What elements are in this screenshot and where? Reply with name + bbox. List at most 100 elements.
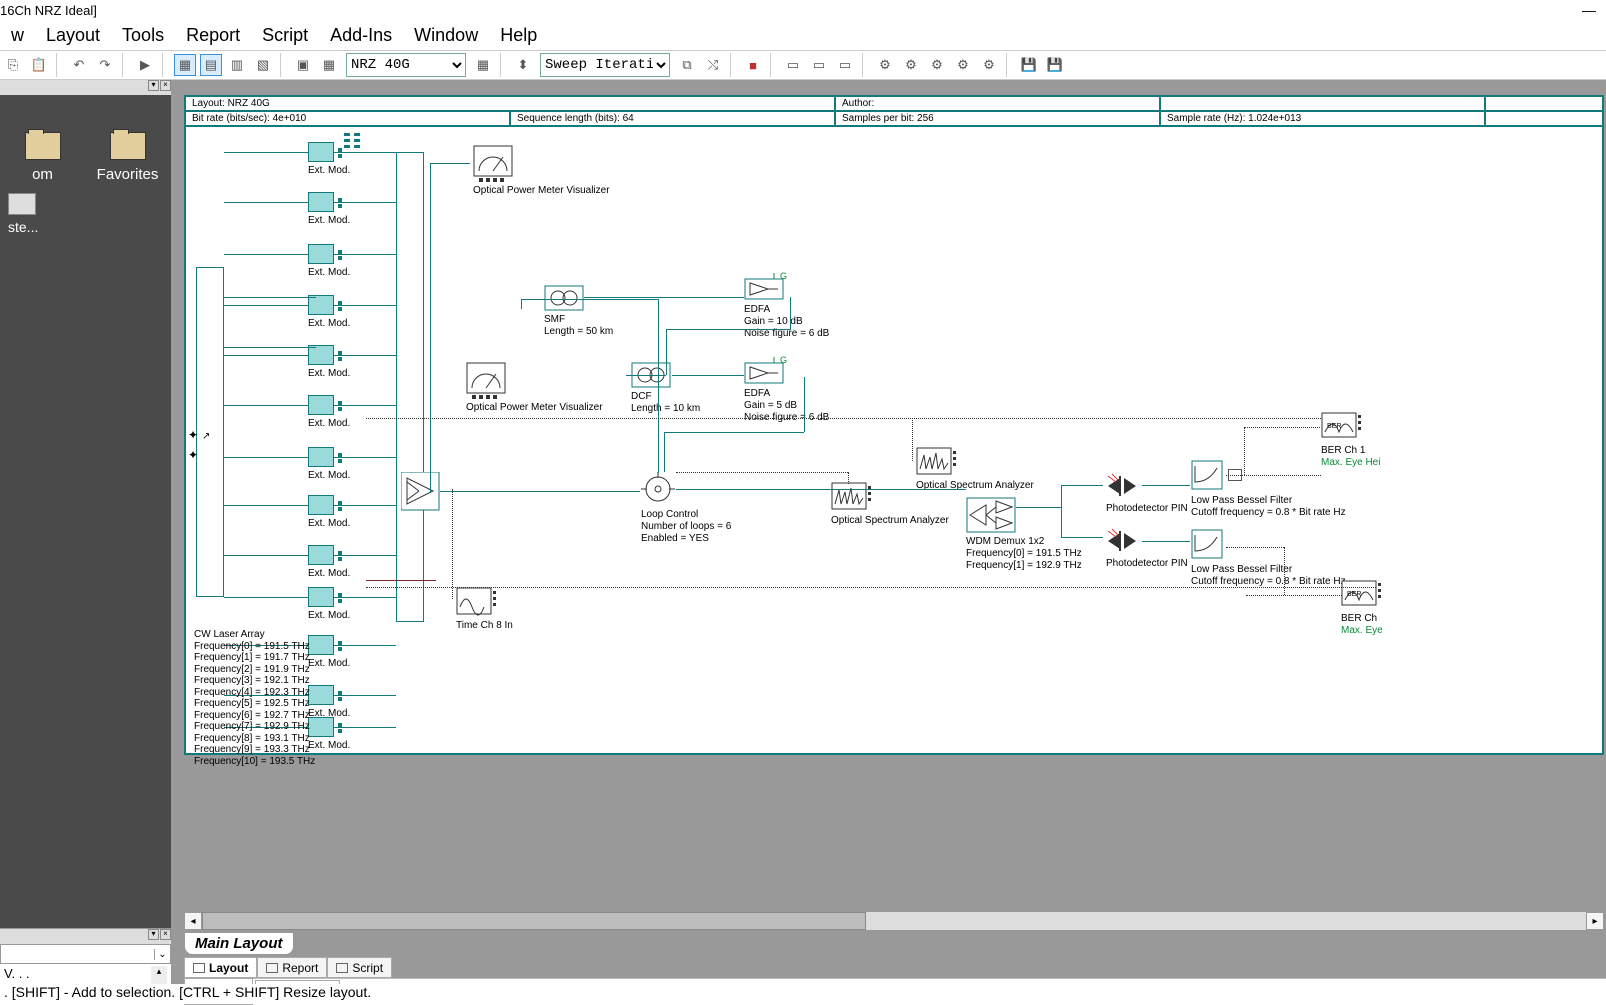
loop-control[interactable]: Loop ControlNumber of loops = 6Enabled =… bbox=[641, 472, 731, 545]
wire bbox=[334, 355, 396, 356]
scroll-right-icon[interactable]: ▸ bbox=[1586, 912, 1604, 930]
toolbar-redo-icon[interactable]: ↷ bbox=[94, 54, 116, 76]
wire bbox=[224, 254, 308, 255]
ext-mod-7[interactable]: Ext. Mod. bbox=[308, 447, 350, 481]
menu-report[interactable]: Report bbox=[175, 22, 251, 49]
ext-mod-6[interactable]: Ext. Mod. bbox=[308, 395, 350, 429]
toolbar-tool3-icon[interactable]: ⚙ bbox=[926, 54, 948, 76]
sidebar-close-icon[interactable]: × bbox=[160, 80, 171, 91]
toolbar-copy-icon[interactable]: ⎘ bbox=[2, 54, 24, 76]
loop-loops: Number of loops = 6 bbox=[641, 521, 731, 532]
menu-addins[interactable]: Add-Ins bbox=[319, 22, 403, 49]
layout-canvas[interactable]: Layout: NRZ 40G Author: Bit rate (bits/s… bbox=[184, 95, 1604, 755]
minimize-icon[interactable]: — bbox=[1582, 2, 1596, 18]
drive-label: ste... bbox=[8, 219, 163, 235]
mode-tab-layout[interactable]: Layout bbox=[184, 957, 257, 978]
edfa1-gain: Gain = 10 dB bbox=[744, 316, 803, 327]
menu-script[interactable]: Script bbox=[251, 22, 319, 49]
canvas-scroll[interactable]: Layout: NRZ 40G Author: Bit rate (bits/s… bbox=[184, 95, 1604, 912]
toolbar-tool5-icon[interactable]: ⚙ bbox=[978, 54, 1000, 76]
toolbar-screen1-icon[interactable]: ▭ bbox=[782, 54, 804, 76]
smf-block[interactable]: SMFLength = 50 km bbox=[544, 285, 613, 338]
svg-text:BER: BER bbox=[1327, 423, 1341, 430]
menu-view[interactable]: w bbox=[0, 22, 35, 49]
toolbar-screen2-icon[interactable]: ▭ bbox=[808, 54, 830, 76]
photodetector-1[interactable]: Photodetector PIN bbox=[1106, 472, 1188, 515]
cw-freq-line: Frequency[5] = 192.5 THz bbox=[194, 698, 315, 710]
port-icon bbox=[338, 351, 342, 361]
toolbar-sweep-icon[interactable]: ⬍ bbox=[512, 54, 534, 76]
mode-tab-script[interactable]: Script bbox=[327, 957, 392, 978]
toolbar-table-icon[interactable]: ▦ bbox=[318, 54, 340, 76]
toolbar-tool2-icon[interactable]: ⚙ bbox=[900, 54, 922, 76]
scroll-left-icon[interactable]: ◂ bbox=[184, 912, 202, 930]
mux-block[interactable] bbox=[396, 152, 424, 622]
toolbar-save2-icon[interactable]: 💾 bbox=[1044, 54, 1066, 76]
power-meter-1[interactable]: Optical Power Meter Visualizer bbox=[473, 145, 610, 197]
toolbar-props-icon[interactable]: ▦ bbox=[472, 54, 494, 76]
ext-mod-4[interactable]: Ext. Mod. bbox=[308, 295, 350, 329]
ext-mod-2[interactable]: Ext. Mod. bbox=[308, 192, 350, 226]
menu-window[interactable]: Window bbox=[403, 22, 489, 49]
wdm-demux[interactable]: WDM Demux 1x2Frequency[0] = 191.5 THzFre… bbox=[966, 497, 1082, 572]
toolbar-run-icon[interactable]: ▶ bbox=[134, 54, 156, 76]
drive-icon[interactable] bbox=[8, 193, 36, 215]
schematic[interactable]: ✦↗✦ Ext. Mod.Ext. Mod.Ext. Mod.Ext. Mod.… bbox=[186, 127, 1602, 753]
layout-icon bbox=[193, 963, 205, 973]
wire bbox=[1061, 537, 1103, 538]
main-layout-tab[interactable]: Main Layout bbox=[184, 932, 294, 954]
combiner-block[interactable] bbox=[401, 472, 441, 515]
toolbar-unlink-icon[interactable]: ⤭ bbox=[702, 54, 724, 76]
wire bbox=[664, 432, 665, 472]
sidebar: ▾ × om Favorites ste... ▾ × ⌄ bbox=[0, 80, 172, 1004]
toolbar-tool4-icon[interactable]: ⚙ bbox=[952, 54, 974, 76]
ext-mod-10[interactable]: Ext. Mod. bbox=[308, 587, 350, 621]
horizontal-scrollbar[interactable]: ◂ ▸ bbox=[184, 912, 1604, 930]
wire bbox=[334, 727, 396, 728]
ext-mod-5[interactable]: Ext. Mod. bbox=[308, 345, 350, 379]
sidebar-footer-close-icon[interactable]: × bbox=[160, 929, 171, 940]
sidebar-footer-pin-icon[interactable]: ▾ bbox=[148, 929, 159, 940]
toolbar-undo-icon[interactable]: ↶ bbox=[68, 54, 90, 76]
sidebar-tab-custom[interactable]: om bbox=[0, 132, 85, 185]
toolbar-grid2-icon[interactable]: ▤ bbox=[200, 54, 222, 76]
edfa-2[interactable]: G EDFAGain = 5 dBNoise figure = 6 dB bbox=[744, 355, 829, 424]
ber2-label: BER Ch bbox=[1341, 613, 1377, 624]
wire bbox=[804, 377, 805, 432]
ext-mod-9[interactable]: Ext. Mod. bbox=[308, 545, 350, 579]
time-ch-in[interactable]: Time Ch 8 In bbox=[456, 587, 513, 632]
ext-mod-3[interactable]: Ext. Mod. bbox=[308, 244, 350, 278]
ber-analyzer-1[interactable]: BER BER Ch 1Max. Eye Hei bbox=[1321, 412, 1380, 469]
toolbar-grid1-icon[interactable]: ▦ bbox=[174, 54, 196, 76]
toolbar-tool1-icon[interactable]: ⚙ bbox=[874, 54, 896, 76]
menu-help[interactable]: Help bbox=[489, 22, 548, 49]
wire bbox=[224, 202, 308, 203]
sidebar-pin-icon[interactable]: ▾ bbox=[148, 80, 159, 91]
ext-mod-label: Ext. Mod. bbox=[308, 368, 350, 379]
layout-select[interactable]: NRZ 40G bbox=[346, 53, 466, 77]
ext-mod-label: Ext. Mod. bbox=[308, 518, 350, 529]
toolbar-screen3-icon[interactable]: ▭ bbox=[834, 54, 856, 76]
ext-mod-8[interactable]: Ext. Mod. bbox=[308, 495, 350, 529]
ber-analyzer-2[interactable]: BER BER ChMax. Eye bbox=[1341, 580, 1385, 637]
toolbar-grid4-icon[interactable]: ▧ bbox=[252, 54, 274, 76]
lpf-2[interactable]: Low Pass Bessel FilterCutoff frequency =… bbox=[1191, 529, 1346, 588]
menu-tools[interactable]: Tools bbox=[111, 22, 175, 49]
toolbar-stop-icon[interactable]: ■ bbox=[742, 54, 764, 76]
toolbar-link-icon[interactable]: ⧉ bbox=[676, 54, 698, 76]
toolbar-save1-icon[interactable]: 💾 bbox=[1018, 54, 1040, 76]
sidebar-tab-favorites[interactable]: Favorites bbox=[85, 132, 170, 185]
sweep-select[interactable]: Sweep Iterati bbox=[540, 53, 670, 77]
toolbar-window-icon[interactable]: ▣ bbox=[292, 54, 314, 76]
mode-tab-report[interactable]: Report bbox=[257, 957, 327, 978]
scrollbar-thumb[interactable] bbox=[202, 912, 866, 930]
wire bbox=[790, 297, 791, 329]
photodetector-2[interactable]: Photodetector PIN bbox=[1106, 527, 1188, 570]
sidebar-combo[interactable]: ⌄ bbox=[0, 944, 171, 964]
port-icon bbox=[338, 198, 342, 208]
loop-enabled: Enabled = YES bbox=[641, 533, 709, 544]
toolbar-grid3-icon[interactable]: ▥ bbox=[226, 54, 248, 76]
power-meter-2[interactable]: Optical Power Meter Visualizer bbox=[466, 362, 603, 414]
menu-layout[interactable]: Layout bbox=[35, 22, 111, 49]
toolbar-paste-icon[interactable]: 📋 bbox=[28, 54, 50, 76]
